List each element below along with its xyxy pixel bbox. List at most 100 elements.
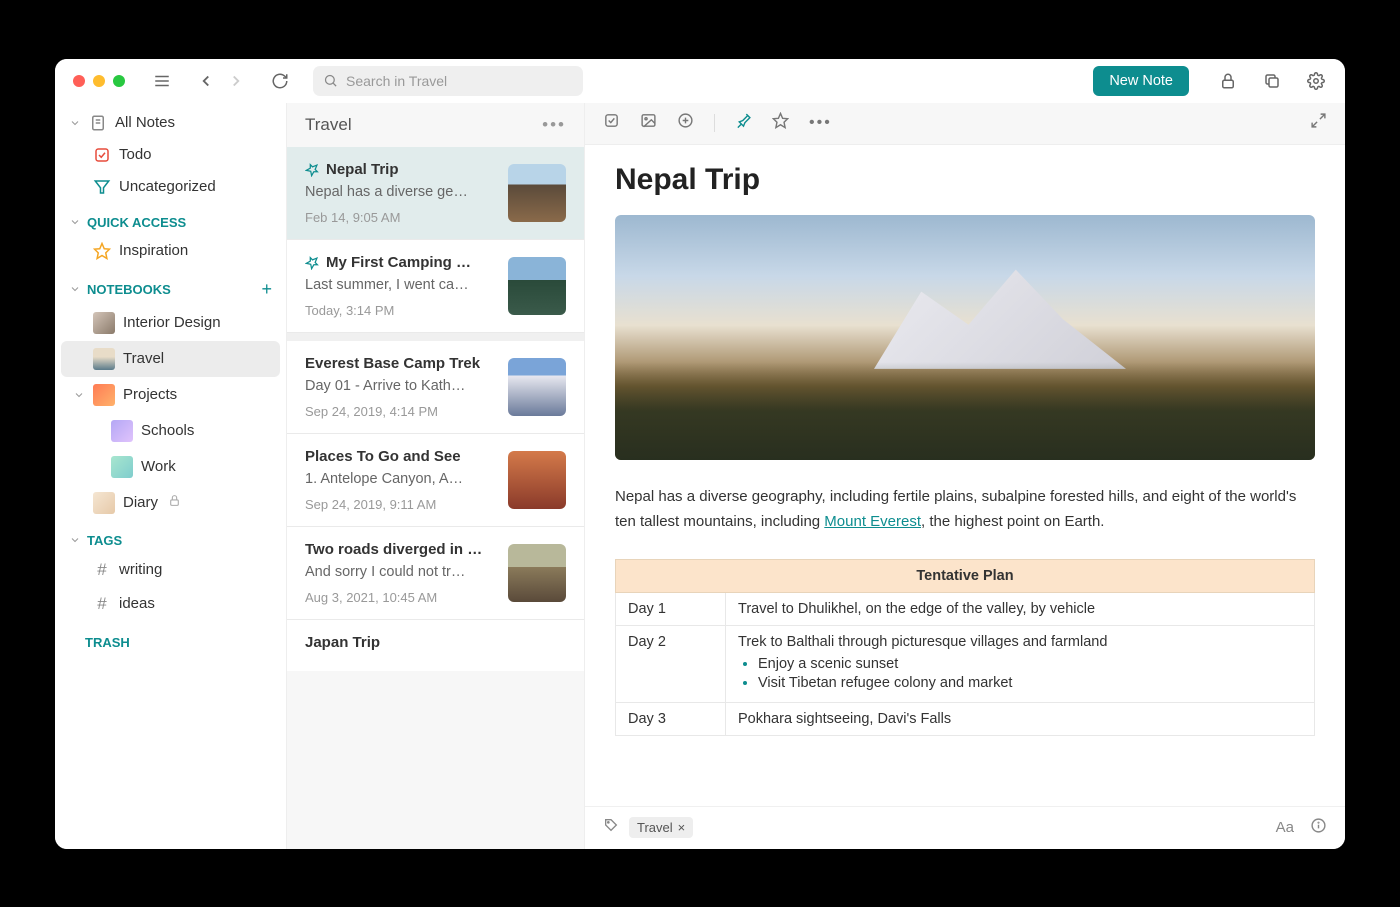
sidebar-item-schools[interactable]: Schools — [55, 413, 286, 449]
sidebar-item-trash[interactable]: TRASH — [55, 621, 286, 655]
sidebar-item-travel[interactable]: Travel — [61, 341, 280, 377]
add-circle-icon[interactable] — [677, 112, 694, 134]
sidebar-toggle-icon[interactable] — [151, 70, 173, 92]
checkbox-icon[interactable] — [603, 112, 620, 134]
bullet-item: Enjoy a scenic sunset — [758, 656, 1302, 672]
notebooks-header[interactable]: NOTEBOOKS + — [55, 267, 286, 305]
star-icon[interactable] — [772, 112, 789, 134]
schools-label: Schools — [141, 422, 194, 439]
tags-header[interactable]: TAGS — [55, 521, 286, 553]
lock-icon[interactable] — [1217, 70, 1239, 92]
refresh-icon[interactable] — [269, 70, 291, 92]
sidebar-item-projects[interactable]: Projects — [55, 377, 286, 413]
sidebar-item-inspiration[interactable]: Inspiration — [55, 235, 286, 267]
diary-label: Diary — [123, 494, 158, 511]
note-date: Sep 24, 2019, 4:14 PM — [305, 404, 498, 419]
note-title: Nepal Trip — [326, 161, 399, 178]
todo-label: Todo — [119, 146, 152, 163]
note-tag[interactable]: Travel× — [629, 817, 693, 838]
notebook-icon — [111, 420, 133, 442]
search-input[interactable]: Search in Travel — [313, 66, 583, 96]
chevron-down-icon — [69, 216, 81, 228]
projects-label: Projects — [123, 386, 177, 403]
new-note-button[interactable]: New Note — [1093, 66, 1189, 96]
note-preview: Nepal has a diverse ge… — [305, 184, 498, 200]
sidebar-tag-ideas[interactable]: # ideas — [55, 587, 286, 621]
note-date: Aug 3, 2021, 10:45 AM — [305, 590, 498, 605]
day-cell: Day 1 — [616, 592, 726, 625]
note-preview: 1. Antelope Canyon, A… — [305, 471, 498, 487]
note-thumbnail — [508, 358, 566, 416]
note-title-heading[interactable]: Nepal Trip — [615, 163, 1315, 197]
bullet-item: Visit Tibetan refugee colony and market — [758, 675, 1302, 691]
window-controls — [73, 75, 125, 87]
sidebar-item-work[interactable]: Work — [55, 449, 286, 485]
remove-tag-icon[interactable]: × — [678, 820, 686, 835]
note-card[interactable]: Nepal Trip Nepal has a diverse ge… Feb 1… — [287, 147, 584, 240]
interior-design-label: Interior Design — [123, 314, 221, 331]
text-style-icon[interactable]: Aa — [1276, 819, 1294, 836]
inspiration-label: Inspiration — [119, 242, 188, 259]
hash-icon: # — [93, 560, 111, 580]
back-icon[interactable] — [195, 70, 217, 92]
editor-body[interactable]: Nepal Trip Nepal has a diverse geography… — [585, 145, 1345, 806]
expand-icon[interactable] — [1310, 112, 1327, 134]
table-row[interactable]: Day 2 Trek to Balthali through picturesq… — [616, 625, 1315, 702]
copy-icon[interactable] — [1261, 70, 1283, 92]
hash-icon: # — [93, 594, 111, 614]
image-icon[interactable] — [640, 112, 657, 134]
editor-footer: Travel× Aa — [585, 806, 1345, 849]
notebook-icon — [93, 492, 115, 514]
note-list: Travel ••• Nepal Trip Nepal has a divers… — [287, 103, 585, 849]
travel-label: Travel — [123, 350, 164, 367]
sidebar-item-diary[interactable]: Diary — [55, 485, 286, 521]
sidebar-item-all-notes[interactable]: All Notes — [55, 107, 286, 139]
info-icon[interactable] — [1310, 817, 1327, 839]
work-label: Work — [141, 458, 176, 475]
pin-icon — [305, 162, 320, 177]
note-card[interactable]: Everest Base Camp Trek Day 01 - Arrive t… — [287, 341, 584, 434]
hero-image — [615, 215, 1315, 460]
note-title: Two roads diverged in … — [305, 541, 482, 558]
sidebar-item-uncategorized[interactable]: Uncategorized — [55, 171, 286, 203]
notebook-icon — [93, 384, 115, 406]
table-row[interactable]: Day 3 Pokhara sightseeing, Davi's Falls — [616, 702, 1315, 735]
titlebar: Search in Travel New Note — [55, 59, 1345, 103]
more-icon[interactable]: ••• — [809, 114, 832, 132]
close-window[interactable] — [73, 75, 85, 87]
notes-icon — [89, 114, 107, 132]
editor-toolbar: ••• — [585, 103, 1345, 145]
table-row[interactable]: Day 1 Travel to Dhulikhel, on the edge o… — [616, 592, 1315, 625]
add-notebook-button[interactable]: + — [261, 279, 272, 300]
tag-add-icon[interactable] — [603, 817, 619, 838]
more-icon[interactable]: ••• — [542, 115, 566, 135]
plan-table[interactable]: Tentative Plan Day 1 Travel to Dhulikhel… — [615, 559, 1315, 736]
note-date: Today, 3:14 PM — [305, 303, 498, 318]
note-card[interactable]: Two roads diverged in … And sorry I coul… — [287, 527, 584, 620]
sidebar-tag-writing[interactable]: # writing — [55, 553, 286, 587]
quick-access-header[interactable]: QUICK ACCESS — [55, 203, 286, 235]
mount-everest-link[interactable]: Mount Everest — [824, 513, 921, 530]
lock-icon — [168, 494, 181, 511]
tag-ideas-label: ideas — [119, 595, 155, 612]
note-paragraph[interactable]: Nepal has a diverse geography, including… — [615, 484, 1315, 535]
sidebar-item-todo[interactable]: Todo — [55, 139, 286, 171]
pin-icon — [305, 255, 320, 270]
note-title: Places To Go and See — [305, 448, 461, 465]
note-title: Everest Base Camp Trek — [305, 355, 480, 372]
note-date: Sep 24, 2019, 9:11 AM — [305, 497, 498, 512]
notebook-icon — [93, 312, 115, 334]
note-card[interactable]: My First Camping … Last summer, I went c… — [287, 240, 584, 333]
zoom-window[interactable] — [113, 75, 125, 87]
uncategorized-label: Uncategorized — [119, 178, 216, 195]
forward-icon[interactable] — [225, 70, 247, 92]
note-card[interactable]: Japan Trip — [287, 620, 584, 671]
note-list-header: Travel ••• — [287, 103, 584, 147]
gear-icon[interactable] — [1305, 70, 1327, 92]
pin-icon[interactable] — [735, 112, 752, 134]
editor-pane: ••• Nepal Trip Nepal has a diverse geogr… — [585, 103, 1345, 849]
note-card[interactable]: Places To Go and See 1. Antelope Canyon,… — [287, 434, 584, 527]
minimize-window[interactable] — [93, 75, 105, 87]
note-date: Feb 14, 9:05 AM — [305, 210, 498, 225]
sidebar-item-interior-design[interactable]: Interior Design — [55, 305, 286, 341]
